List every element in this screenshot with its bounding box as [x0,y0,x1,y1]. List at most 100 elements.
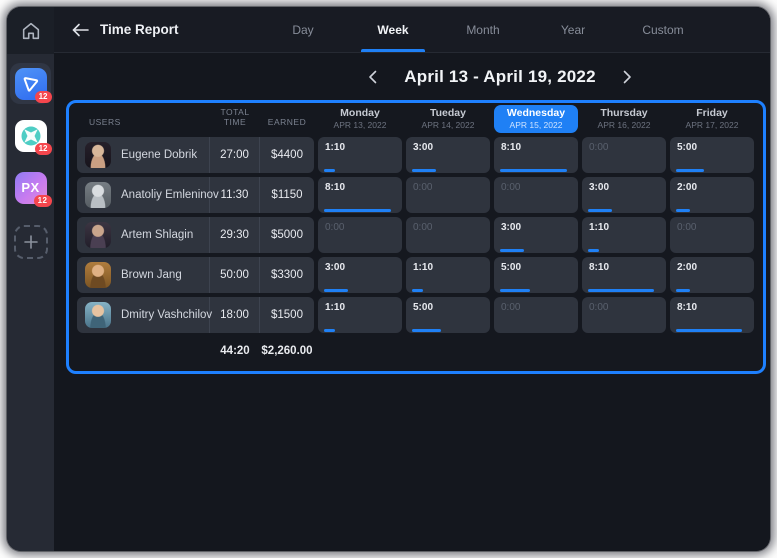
time-value: 0:00 [413,222,433,233]
notification-badge: 12 [34,90,52,103]
avatar [85,142,111,168]
time-cell[interactable]: 3:00 [494,217,578,253]
user-total-time: 27:00 [210,137,260,173]
chevron-right-icon [623,70,632,84]
user-earned: $1500 [271,309,303,321]
time-cell[interactable]: 3:00 [318,257,402,293]
user-row[interactable]: Artem Shlagin 29:30 $5000 [77,217,314,253]
time-cell[interactable]: 1:10 [582,217,666,253]
add-app-button[interactable] [13,225,48,259]
day-header-thursday[interactable]: Thursday APR 16, 2022 [582,105,666,133]
back-button[interactable] [68,18,92,42]
avatar [85,222,111,248]
user-total-time: 11:30 [210,177,260,213]
user-row[interactable]: Eugene Dobrik 27:00 $4400 [77,137,314,173]
user-row[interactable]: Dmitry Vashchilov 18:00 $1500 [77,297,314,333]
time-cell[interactable]: 8:10 [582,257,666,293]
plus-icon [23,234,39,250]
time-cell[interactable]: 1:10 [318,297,402,333]
time-cell[interactable]: 0:00 [318,217,402,253]
time-cell[interactable]: 0:00 [406,217,490,253]
user-name: Eugene Dobrik [121,149,198,161]
day-date: APR 15, 2022 [509,120,563,130]
time-value: 0:00 [325,222,345,233]
time-value: 5:00 [677,142,698,153]
time-value: 3:00 [501,222,522,233]
progress-bar [412,169,436,172]
progress-bar [500,289,531,292]
tab-custom[interactable]: Custom [618,7,708,52]
day-name: Thursday [600,107,648,119]
time-value: 0:00 [589,302,609,313]
app-window: 12 12 PX 12 Time Report Day Week Month Year Cus… [7,7,770,551]
user-name: Brown Jang [121,269,182,281]
tab-week[interactable]: Week [348,7,438,52]
time-value: 1:10 [325,302,346,313]
time-cell[interactable]: 2:00 [670,257,754,293]
tab-day[interactable]: Day [258,7,348,52]
day-header-wednesday[interactable]: Wednesday APR 15, 2022 [494,105,578,133]
day-header-monday[interactable]: Monday APR 13, 2022 [318,105,402,133]
sidebar-app-circle-x-app[interactable]: 12 [10,115,52,156]
time-value: 3:00 [325,262,346,273]
report-grid: USERS TOTAL TIME EARNED Monday APR 13, 20… [77,105,755,365]
time-cell[interactable]: 3:00 [406,137,490,173]
time-value: 1:10 [413,262,434,273]
time-cell[interactable]: 1:10 [318,137,402,173]
user-earned: $4400 [271,149,303,161]
circle-x-app-icon: 12 [14,119,52,155]
time-cell[interactable]: 0:00 [670,217,754,253]
tab-month[interactable]: Month [438,7,528,52]
day-header-tueday[interactable]: Tueday APR 14, 2022 [406,105,490,133]
user-earned: $1150 [271,189,303,201]
home-button[interactable] [16,16,46,46]
progress-bar [676,169,704,172]
progress-bar [324,329,335,332]
time-cell[interactable]: 5:00 [406,297,490,333]
time-value: 1:10 [325,142,346,153]
sidebar-app-px-app[interactable]: PX 12 [10,167,52,208]
footer-earned: $2,260.00 [261,345,313,357]
day-header-friday[interactable]: Friday APR 17, 2022 [670,105,754,133]
time-cell[interactable]: 8:10 [318,177,402,213]
time-report-table: USERS TOTAL TIME EARNED Monday APR 13, 20… [66,100,766,374]
user-earned: $5000 [271,229,303,241]
time-cell[interactable]: 5:00 [670,137,754,173]
user-row[interactable]: Brown Jang 50:00 $3300 [77,257,314,293]
time-cell[interactable]: 8:10 [494,137,578,173]
time-cell[interactable]: 3:00 [582,177,666,213]
avatar [85,182,111,208]
time-value: 0:00 [501,182,521,193]
progress-bar [500,169,568,172]
progress-bar [324,289,348,292]
prev-week-button[interactable] [362,67,382,87]
time-value: 3:00 [413,142,434,153]
time-cell[interactable]: 1:10 [406,257,490,293]
time-cell[interactable]: 0:00 [494,297,578,333]
sidebar: 12 12 PX 12 [7,7,54,551]
user-row[interactable]: Anatoliy Emleninov 11:30 $1150 [77,177,314,213]
time-cell[interactable]: 8:10 [670,297,754,333]
tab-year[interactable]: Year [528,7,618,52]
time-cell[interactable]: 0:00 [582,297,666,333]
notification-badge: 12 [33,194,52,207]
time-value: 8:10 [325,182,346,193]
time-cell[interactable]: 0:00 [582,137,666,173]
time-cell[interactable]: 5:00 [494,257,578,293]
day-date: APR 14, 2022 [421,120,475,130]
sidebar-app-triangle-app[interactable]: 12 [10,63,52,104]
period-tabs: Day Week Month Year Custom [258,7,708,52]
day-name: Friday [696,107,728,119]
time-cell[interactable]: 0:00 [406,177,490,213]
day-date: APR 13, 2022 [333,120,387,130]
time-cell[interactable]: 0:00 [494,177,578,213]
user-name: Dmitry Vashchilov [121,309,213,321]
time-value: 5:00 [413,302,434,313]
user-info-zone: Brown Jang [77,257,210,293]
time-value: 8:10 [589,262,610,273]
back-arrow-icon [71,23,89,37]
day-date: APR 16, 2022 [597,120,651,130]
next-week-button[interactable] [618,67,638,87]
table-footer: 44:20 $2,260.00 [77,337,314,365]
time-cell[interactable]: 2:00 [670,177,754,213]
